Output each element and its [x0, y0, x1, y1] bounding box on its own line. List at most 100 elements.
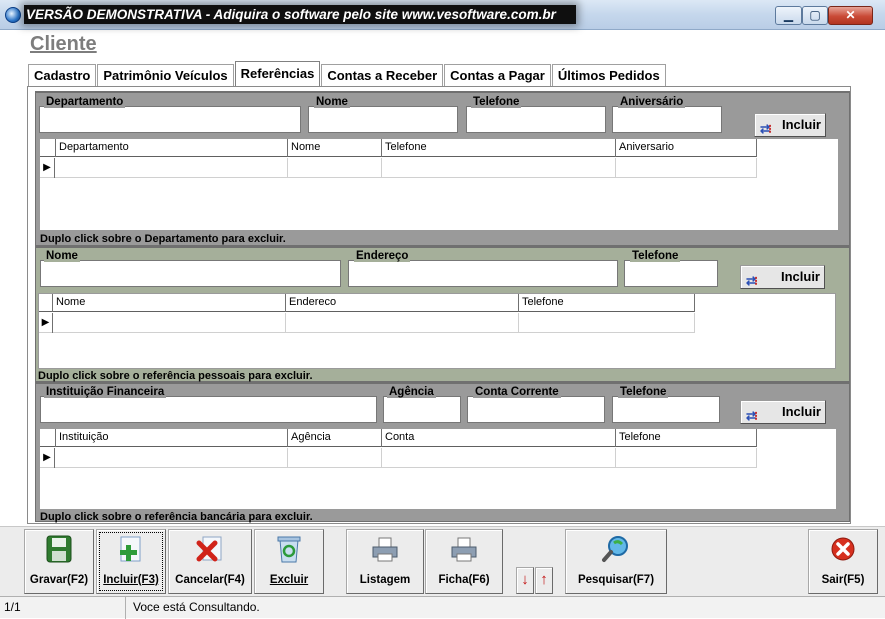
exit-icon	[831, 537, 855, 561]
recycle-icon	[277, 536, 301, 563]
column-header[interactable]: Nome	[288, 139, 382, 157]
table-cell[interactable]	[519, 313, 695, 333]
department-phone-field[interactable]	[466, 106, 606, 133]
next-record-button[interactable]: ↓	[516, 567, 534, 594]
column-header[interactable]: Nome	[53, 294, 286, 312]
personal-reference-hint: Duplo click sobre o referência pessoais …	[38, 370, 313, 382]
table-row[interactable]: ▶	[40, 158, 757, 178]
grid-header: Departamento Nome Telefone Aniversario	[40, 139, 757, 157]
close-button[interactable]: ✕	[828, 6, 873, 25]
table-cell[interactable]	[286, 313, 519, 333]
bank-reference-grid[interactable]: Instituição Agência Conta Telefone ▶	[39, 428, 837, 510]
column-header[interactable]: Departamento	[56, 139, 288, 157]
search-icon	[602, 536, 628, 562]
table-cell[interactable]	[53, 313, 286, 333]
bank-institution-label: Instituição Financeira	[44, 386, 167, 398]
column-header[interactable]: Endereco	[286, 294, 519, 312]
list-button[interactable]: Listagem	[346, 529, 424, 594]
search-button[interactable]: Pesquisar(F7)	[565, 529, 667, 594]
personal-phone-label: Telefone	[630, 250, 681, 262]
department-name-field[interactable]	[308, 106, 458, 133]
bank-account-field[interactable]	[467, 396, 605, 423]
delete-button[interactable]: Excluir	[254, 529, 324, 594]
department-field[interactable]	[39, 106, 301, 133]
bank-phone-field[interactable]	[612, 396, 720, 423]
delete-label: Excluir	[269, 574, 309, 586]
printer-icon	[451, 537, 477, 562]
tab-ultimos-pedidos[interactable]: Últimos Pedidos	[551, 64, 666, 86]
include-button[interactable]: Incluir(F3)	[96, 529, 166, 594]
bank-include-button[interactable]: ⇄⁝ Incluir	[740, 400, 826, 424]
card-button[interactable]: Ficha(F6)	[425, 529, 503, 594]
app-icon[interactable]	[5, 7, 21, 23]
page-title: Cliente	[30, 33, 97, 55]
table-cell[interactable]	[56, 448, 288, 468]
grid-header: Nome Endereco Telefone	[39, 294, 695, 312]
column-header[interactable]: Conta	[382, 429, 616, 447]
grid-corner	[39, 294, 53, 312]
card-label: Ficha(F6)	[438, 574, 490, 586]
tab-contas-a-pagar[interactable]: Contas a Pagar	[444, 64, 551, 86]
column-header[interactable]: Instituição	[56, 429, 288, 447]
bank-account-label: Conta Corrente	[473, 386, 561, 398]
save-label: Gravar(F2)	[29, 574, 89, 586]
search-label: Pesquisar(F7)	[577, 574, 655, 586]
include-label: Incluir	[781, 117, 821, 132]
personal-phone-field[interactable]	[624, 260, 718, 287]
tab-patrimonio-veiculos[interactable]: Patrimônio Veículos	[97, 64, 234, 86]
row-indicator: ▶	[40, 448, 55, 468]
column-header[interactable]: Agência	[288, 429, 382, 447]
minimize-button[interactable]: ▁	[775, 6, 802, 25]
printer-icon	[372, 537, 398, 562]
maximize-button[interactable]: ▢	[802, 6, 828, 25]
bank-phone-label: Telefone	[618, 386, 669, 398]
include-icon: ⇄⁝	[760, 122, 772, 136]
include-icon: ⇄⁝	[746, 409, 758, 423]
personal-name-field[interactable]	[40, 260, 341, 287]
grid-header: Instituição Agência Conta Telefone	[40, 429, 757, 447]
bank-agency-field[interactable]	[383, 396, 461, 423]
tab-strip: Cadastro Patrimônio Veículos Referências…	[28, 61, 667, 86]
table-cell[interactable]	[288, 158, 382, 178]
window-title: VERSÃO DEMONSTRATIVA - Adiquira o softwa…	[24, 5, 576, 24]
tab-contas-a-receber[interactable]: Contas a Receber	[321, 64, 444, 86]
column-header[interactable]: Telefone	[382, 139, 616, 157]
department-birthday-field[interactable]	[612, 106, 722, 133]
department-grid[interactable]: Departamento Nome Telefone Aniversario ▶	[39, 138, 839, 231]
table-row[interactable]: ▶	[40, 448, 757, 468]
exit-button[interactable]: Sair(F5)	[808, 529, 878, 594]
column-header[interactable]: Telefone	[519, 294, 695, 312]
bank-institution-field[interactable]	[40, 396, 377, 423]
table-cell[interactable]	[382, 158, 616, 178]
row-indicator: ▶	[39, 313, 53, 333]
department-field-label: Departamento	[44, 96, 126, 108]
personal-include-button[interactable]: ⇄⁝ Incluir	[740, 265, 825, 289]
record-counter: 1/1	[4, 600, 21, 614]
personal-name-label: Nome	[44, 250, 80, 262]
table-cell[interactable]	[616, 448, 757, 468]
table-cell[interactable]	[382, 448, 616, 468]
column-header[interactable]: Aniversario	[616, 139, 757, 157]
department-hint: Duplo click sobre o Departamento para ex…	[40, 233, 286, 245]
save-button[interactable]: Gravar(F2)	[24, 529, 94, 594]
table-cell[interactable]	[56, 158, 288, 178]
previous-record-button[interactable]: ↑	[535, 567, 553, 594]
table-cell[interactable]	[288, 448, 382, 468]
tab-cadastro[interactable]: Cadastro	[28, 64, 97, 86]
personal-address-field[interactable]	[348, 260, 618, 287]
table-row[interactable]: ▶	[39, 313, 695, 333]
cancel-label: Cancelar(F4)	[175, 574, 245, 586]
department-include-button[interactable]: ⇄⁝ Incluir	[754, 113, 826, 137]
include-label: Incluir	[781, 404, 821, 419]
grid-corner	[40, 139, 56, 157]
grid-corner	[40, 429, 56, 447]
cancel-icon	[196, 536, 222, 562]
add-icon	[120, 536, 141, 562]
tab-referencias[interactable]: Referências	[234, 61, 321, 86]
personal-reference-grid[interactable]: Nome Endereco Telefone ▶	[38, 293, 836, 369]
column-header[interactable]: Telefone	[616, 429, 757, 447]
cancel-button[interactable]: Cancelar(F4)	[168, 529, 252, 594]
include-label: Incluir	[780, 269, 820, 284]
table-cell[interactable]	[616, 158, 757, 178]
list-label: Listagem	[359, 574, 411, 586]
